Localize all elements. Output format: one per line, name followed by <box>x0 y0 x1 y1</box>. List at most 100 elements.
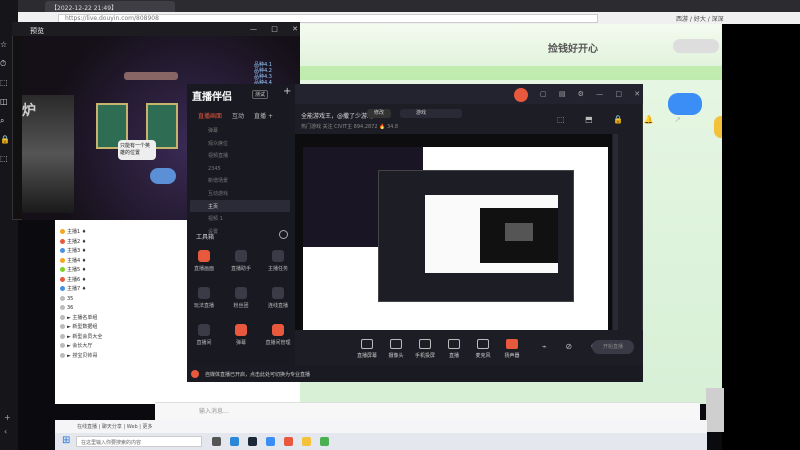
webcam-thumbnail <box>706 388 724 432</box>
control-icon <box>506 339 518 349</box>
scene-item[interactable]: 新增场景 <box>194 175 290 188</box>
scene-item[interactable]: 互动游戏 <box>194 188 290 201</box>
tool-icon <box>235 250 247 262</box>
tab-0[interactable]: 直播画面 <box>198 113 222 120</box>
right-dark-strip <box>722 24 800 450</box>
left-rail-icon[interactable]: 🔒 <box>0 135 10 144</box>
tool-label: 直播间 <box>196 340 212 346</box>
version-badge: 测试 <box>252 90 269 99</box>
chat-list: 主播1 ♦ 主播2 ♦ 主播3 ♦ 主播4 ♦ 主播5 ♦ 主播6 ♦ 主播7 ♦ 35 36 ►… <box>60 228 180 361</box>
tool-button[interactable]: 主播任务 <box>263 250 293 272</box>
stream-meta: 热门游戏 关注 CIVIT主 894,2872 🔥 34.8 <box>301 124 399 130</box>
preview-title: 预览 <box>30 27 44 35</box>
tool-button[interactable]: 连线直播 <box>263 287 293 309</box>
gem-icon <box>150 168 176 184</box>
nested-screen <box>505 223 533 241</box>
website-header-pill[interactable] <box>673 39 719 53</box>
control-label: 直播屏幕 <box>356 353 377 359</box>
chat-input[interactable]: 输入消息... <box>196 406 496 416</box>
left-rail-icon[interactable]: ☆ <box>0 40 7 49</box>
tool-label: 直播画面 <box>193 266 214 272</box>
user-dot-icon <box>60 343 65 348</box>
left-rail-icon[interactable]: ⬚ <box>0 78 8 87</box>
taskbar-quick-links: 在线直播 | 聊天分享 | Web | 更多 <box>55 420 707 433</box>
list-item[interactable]: ► 新型会员大全 <box>60 333 180 343</box>
left-rail-icon[interactable]: ⏱ <box>0 59 6 69</box>
list-item[interactable]: ► 新型数据组 <box>60 323 180 333</box>
left-rail-icon[interactable]: ⌕ <box>0 116 4 126</box>
list-item[interactable]: 主播6 ♦ <box>60 276 180 286</box>
window-controls[interactable]: — □ ✕ <box>250 25 304 33</box>
scene-item[interactable]: 主页 <box>194 201 290 214</box>
page-side-icons: + ‹ <box>4 411 11 439</box>
tab-2[interactable]: 直播 + <box>254 113 273 120</box>
tool-icon <box>198 250 210 262</box>
preview-toolbar-icons[interactable]: ⬚ ⬒ 🔒 🔔 ↗ <box>557 115 690 124</box>
list-item[interactable]: ► 捞宝贝帅哥 <box>60 352 180 362</box>
list-item[interactable]: ► 主播名单组 <box>60 314 180 324</box>
windows-start-icon[interactable]: ⊞ <box>62 436 72 446</box>
left-rail-icon[interactable]: ⬚ <box>0 154 8 163</box>
browser-icon[interactable] <box>266 437 275 446</box>
browser-tab[interactable]: 【2022-12-22 21:49】 <box>45 1 175 12</box>
stream-window-controls[interactable]: ▢ ▤ ⚙ — □ ✕ <box>540 90 645 98</box>
scene-item[interactable]: 观众席位 <box>194 138 290 151</box>
tool-button[interactable]: 玩法直播 <box>189 287 219 309</box>
user-dot-icon <box>60 238 65 244</box>
user-dot-icon <box>60 229 65 234</box>
list-item[interactable]: 主播1 ♦ <box>60 228 180 238</box>
avatar[interactable] <box>514 88 528 102</box>
list-item[interactable]: 主播2 ♦ <box>60 238 180 248</box>
list-item-label: 主播3 ♦ <box>67 248 87 254</box>
wechat-icon[interactable] <box>320 437 329 446</box>
scrollbar[interactable] <box>613 134 618 330</box>
tab-1[interactable]: 互动 <box>232 113 244 120</box>
tool-button[interactable]: 直播间 <box>189 324 219 346</box>
user-dot-icon <box>60 257 65 263</box>
tool-icon <box>272 324 284 336</box>
user-dot-icon <box>60 267 65 272</box>
control-icon <box>361 339 373 349</box>
side-nav-icon[interactable]: ‹ <box>4 425 11 439</box>
side-nav-icon[interactable]: + <box>4 411 11 425</box>
tool-button[interactable]: 粉丝团 <box>226 287 256 309</box>
clock-icon[interactable] <box>279 230 288 239</box>
tool-button[interactable]: 直播间管理 <box>263 324 293 346</box>
edge-icon[interactable] <box>230 437 239 446</box>
taskbar-links-text[interactable]: 在线直播 | 聊天分享 | Web | 更多 <box>77 423 153 430</box>
list-item-label: 主播7 ♦ <box>67 286 87 292</box>
tool-button[interactable]: 弹幕 <box>226 324 256 346</box>
folder-icon[interactable] <box>302 437 311 446</box>
list-item[interactable]: 主播3 ♦ <box>60 247 180 257</box>
list-item[interactable]: 主播5 ♦ <box>60 266 180 276</box>
tool-button[interactable]: 直播画面 <box>189 250 219 272</box>
edit-title-button[interactable]: 修改 <box>367 109 391 118</box>
taskview-icon[interactable] <box>212 437 221 446</box>
category-select[interactable]: 游戏 <box>400 109 462 118</box>
list-item[interactable]: 35 <box>60 295 180 305</box>
browser-right-links[interactable]: 西游 / 好大 / 深深 <box>676 14 724 23</box>
add-tab-button[interactable]: + <box>283 86 291 97</box>
left-rail-icon[interactable]: ◫ <box>0 97 8 106</box>
list-item[interactable]: 36 <box>60 304 180 314</box>
list-item[interactable]: 主播7 ♦ <box>60 285 180 295</box>
app-icon[interactable] <box>284 437 293 446</box>
game-logo: 炉 <box>22 103 36 119</box>
scene-item[interactable]: 视频直播 <box>194 150 290 163</box>
control-button[interactable]: 扬声器 <box>495 339 529 359</box>
scene-item[interactable]: 视频 1 <box>194 213 290 226</box>
steam-icon[interactable] <box>248 437 257 446</box>
start-live-button[interactable]: 开始直播 <box>592 340 634 354</box>
taskbar-search-input[interactable]: 在这里输入你要搜索的内容 <box>76 436 202 447</box>
tool-button[interactable]: 直播助手 <box>226 250 256 272</box>
tool-icon <box>272 250 284 262</box>
list-item[interactable]: ► 会长大厅 <box>60 342 180 352</box>
scene-item[interactable]: 2345 <box>194 163 290 176</box>
sidebar-tabs: 直播画面 互动 直播 + <box>198 111 283 120</box>
list-item[interactable]: 主播4 ♦ <box>60 257 180 267</box>
scene-item[interactable]: 弹幕 <box>194 125 290 138</box>
user-dot-icon <box>60 352 65 358</box>
scene-list: 弹幕 观众席位 视频直播 2345 新增场景 互动游戏 主页 视频 1 设置 <box>194 125 290 238</box>
notice-bar[interactable]: 自媒体直播已开启，点击此处可切换为专业直播 <box>187 366 643 382</box>
list-item-label: 主播5 ♦ <box>67 267 87 273</box>
